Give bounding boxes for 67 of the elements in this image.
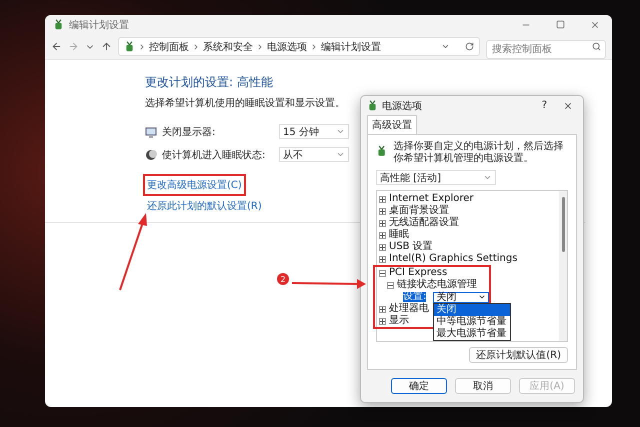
tree-item[interactable]: 睡眠 [389,230,409,240]
description-text: 选择希望计算机使用的睡眠设置和显示设置。 [145,96,345,110]
close-icon[interactable] [563,100,573,110]
page-heading: 更改计划的设置: 高性能 [145,74,273,91]
plan-dropdown[interactable]: 高性能 [活动] [376,170,496,185]
collapse-toggle[interactable] [387,282,394,288]
chevron-down-icon[interactable] [441,42,450,51]
dialog-button[interactable]: 取消 [455,378,511,394]
dialog-button[interactable]: 确定 [391,378,447,394]
moon-icon [145,148,157,160]
caret-icon [336,127,345,136]
expand-toggle[interactable] [379,318,386,324]
expand-toggle[interactable] [379,208,386,214]
monitor-icon [145,126,157,138]
caret-icon [483,173,492,182]
search-field[interactable]: 搜索控制面板 [486,40,606,59]
expand-toggle[interactable] [379,232,386,238]
breadcrumb[interactable]: 控制面板 [149,40,189,54]
dropdown-option[interactable]: 关闭 [434,304,510,316]
expand-toggle[interactable] [379,244,386,250]
dialog-title: 电源选项 [382,100,423,112]
up-icon[interactable] [101,41,112,52]
collapse-toggle[interactable] [379,270,386,276]
scrollbar[interactable] [559,191,567,341]
close-icon[interactable] [590,20,600,30]
caret-icon [336,150,345,159]
help-button[interactable]: ? [534,100,555,111]
restore-defaults-button[interactable]: 还原计划默认值(R) [469,347,568,363]
chevron-right-icon [256,42,264,50]
chevron-right-icon [310,42,318,50]
tree-item[interactable]: 无线适配器设置 [389,218,459,228]
tree-item[interactable]: 处理器电 [389,304,429,314]
setting-label: 使计算机进入睡眠状态: [162,148,266,162]
tree-item[interactable]: 显示 [389,316,409,326]
expand-toggle[interactable] [379,256,386,262]
link[interactable]: 更改高级电源设置(C) [145,176,244,194]
expand-toggle[interactable] [379,220,386,226]
setting-dropdown[interactable]: 关闭 [433,292,490,302]
maximize-icon[interactable] [556,20,565,29]
setting-label: 关闭显示器: [162,126,216,138]
link[interactable]: 还原此计划的默认设置(R) [145,197,264,215]
tree-item[interactable]: 链接状态电源管理 [397,280,477,290]
tree-item[interactable]: 桌面背景设置 [389,206,449,216]
expand-toggle[interactable] [379,196,386,202]
tab[interactable]: 高级设置 [367,115,417,134]
dropdown[interactable]: 15 分钟 [279,124,349,139]
refresh-icon[interactable] [465,42,474,51]
chevron-right-icon [138,42,146,50]
dropdown[interactable]: 从不 [279,147,349,162]
back-icon[interactable] [51,41,62,52]
address-bar[interactable]: 控制面板 系统和安全 电源选项 编辑计划设置 [118,37,480,56]
tree-item[interactable]: PCI Express [389,268,448,278]
search-icon [592,42,601,51]
intro-text: 选择你要自定义的电源计划，然后选择你希望计算机管理的电源设置。 [393,141,564,165]
power-plan-icon [124,41,135,52]
breadcrumb[interactable]: 电源选项 [267,40,307,54]
expand-toggle[interactable] [379,306,386,312]
caret-icon [478,293,486,301]
tree-item[interactable]: Intel(R) Graphics Settings [389,254,518,264]
power-plan-icon [53,19,64,30]
power-plan-icon [367,100,378,111]
tree-item[interactable]: Internet Explorer [389,194,474,204]
tree-item[interactable]: USB 设置 [389,242,433,252]
breadcrumb[interactable]: 编辑计划设置 [321,40,381,54]
breadcrumb[interactable]: 系统和安全 [203,40,253,54]
chevron-right-icon [192,42,200,50]
window-title: 编辑计划设置 [69,18,130,32]
